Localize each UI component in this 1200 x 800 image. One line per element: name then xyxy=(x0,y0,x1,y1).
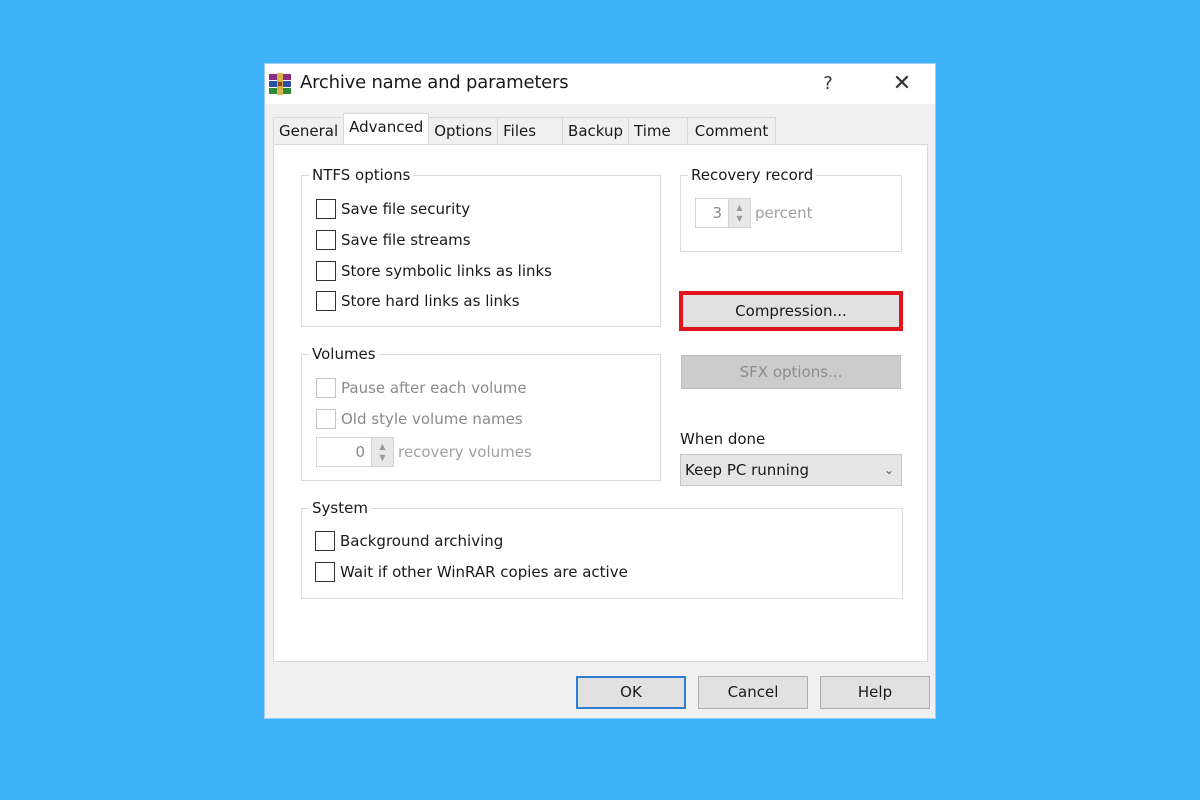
arrow-down-icon[interactable]: ▼ xyxy=(736,213,742,224)
when-done-value: Keep PC running xyxy=(685,461,810,479)
save-file-security-checkbox[interactable] xyxy=(316,199,336,219)
old-style-volume-names-option[interactable]: Old style volume names xyxy=(316,408,523,430)
ntfs-options-title: NTFS options xyxy=(309,166,414,184)
cancel-button[interactable]: Cancel xyxy=(698,676,808,709)
store-hard-links-label: Store hard links as links xyxy=(341,292,520,310)
background-archiving-option[interactable]: Background archiving xyxy=(315,530,503,552)
system-group: System Background archiving Wait if othe… xyxy=(301,499,903,599)
recovery-record-spinner[interactable]: 3 ▲ ▼ percent xyxy=(695,198,812,228)
ok-button[interactable]: OK xyxy=(576,676,686,709)
background-archiving-label: Background archiving xyxy=(340,532,504,550)
recovery-volumes-unit: recovery volumes xyxy=(398,443,532,461)
save-file-security-option[interactable]: Save file security xyxy=(316,198,470,220)
pause-after-volume-option[interactable]: Pause after each volume xyxy=(316,377,527,399)
winrar-icon xyxy=(269,73,291,95)
recovery-record-field[interactable]: 3 ▲ ▼ xyxy=(695,198,751,228)
wait-other-copies-label: Wait if other WinRAR copies are active xyxy=(340,563,628,581)
system-title: System xyxy=(309,499,371,517)
recovery-record-unit: percent xyxy=(755,204,813,222)
advanced-tab-panel: NTFS options Save file security Save fil… xyxy=(273,144,928,662)
tab-backup[interactable]: Backup xyxy=(562,117,630,144)
recovery-record-title: Recovery record xyxy=(688,166,817,184)
tab-comment[interactable]: Comment xyxy=(686,117,777,144)
store-hard-links-checkbox[interactable] xyxy=(316,291,336,311)
spinner-arrows[interactable]: ▲ ▼ xyxy=(728,199,750,227)
arrow-down-icon[interactable]: ▼ xyxy=(379,452,385,463)
help-button[interactable]: Help xyxy=(820,676,930,709)
close-icon[interactable]: ✕ xyxy=(885,68,919,100)
save-file-streams-checkbox[interactable] xyxy=(316,230,336,250)
old-style-volume-names-checkbox[interactable] xyxy=(316,409,336,429)
tab-time[interactable]: Time xyxy=(628,117,688,144)
recovery-record-group: Recovery record 3 ▲ ▼ percent xyxy=(680,166,902,252)
archive-parameters-dialog: Archive name and parameters ? ✕ General … xyxy=(264,63,936,719)
window-title: Archive name and parameters xyxy=(300,72,569,93)
wait-other-copies-checkbox[interactable] xyxy=(315,562,335,582)
background-archiving-checkbox[interactable] xyxy=(315,531,335,551)
recovery-volumes-field[interactable]: 0 ▲ ▼ xyxy=(316,437,394,467)
when-done-label: When done xyxy=(680,430,766,448)
arrow-up-icon[interactable]: ▲ xyxy=(379,441,385,452)
help-icon[interactable]: ? xyxy=(815,68,841,100)
old-style-volume-names-label: Old style volume names xyxy=(341,410,523,428)
tab-options[interactable]: Options xyxy=(428,117,499,144)
store-symbolic-links-option[interactable]: Store symbolic links as links xyxy=(316,260,552,282)
tab-general[interactable]: General xyxy=(273,117,345,144)
store-hard-links-option[interactable]: Store hard links as links xyxy=(316,290,520,312)
pause-after-volume-label: Pause after each volume xyxy=(341,379,527,397)
when-done-select[interactable]: Keep PC running ⌄ xyxy=(680,454,902,486)
save-file-streams-option[interactable]: Save file streams xyxy=(316,229,471,251)
save-file-security-label: Save file security xyxy=(341,200,471,218)
arrow-up-icon[interactable]: ▲ xyxy=(736,202,742,213)
store-symbolic-links-checkbox[interactable] xyxy=(316,261,336,281)
compression-button[interactable]: Compression... xyxy=(679,291,903,331)
tab-advanced[interactable]: Advanced xyxy=(343,113,430,144)
pause-after-volume-checkbox[interactable] xyxy=(316,378,336,398)
volumes-group: Volumes Pause after each volume Old styl… xyxy=(301,345,661,481)
recovery-record-value: 3 xyxy=(712,204,722,222)
ntfs-options-group: NTFS options Save file security Save fil… xyxy=(301,166,661,327)
tab-files[interactable]: Files xyxy=(497,117,564,144)
tab-strip: General Advanced Options Files Backup Ti… xyxy=(273,113,777,144)
save-file-streams-label: Save file streams xyxy=(341,231,471,249)
title-bar: Archive name and parameters ? ✕ xyxy=(265,64,935,104)
recovery-volumes-spinner[interactable]: 0 ▲ ▼ recovery volumes xyxy=(316,437,532,467)
recovery-volumes-value: 0 xyxy=(355,443,365,461)
volumes-title: Volumes xyxy=(309,345,379,363)
wait-other-copies-option[interactable]: Wait if other WinRAR copies are active xyxy=(315,561,628,583)
sfx-options-button[interactable]: SFX options... xyxy=(681,355,901,389)
chevron-down-icon[interactable]: ⌄ xyxy=(877,463,901,477)
store-symbolic-links-label: Store symbolic links as links xyxy=(341,262,552,280)
spinner-arrows[interactable]: ▲ ▼ xyxy=(371,438,393,466)
